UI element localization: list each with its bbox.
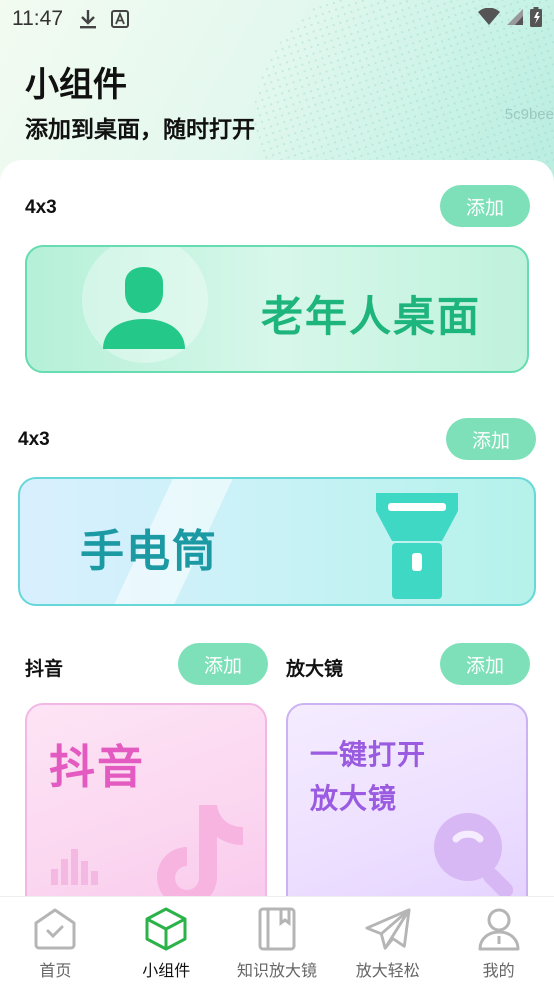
paper-plane-icon (364, 905, 412, 953)
download-icon (79, 9, 97, 29)
widget-name-label: 抖音 (25, 659, 64, 680)
add-flashlight-button[interactable]: 添加 (446, 418, 536, 460)
magnifier-card-line1: 一键打开 (310, 738, 427, 771)
nav-item-knowledge[interactable]: 知识放大镜 (222, 897, 333, 984)
font-app-icon (111, 10, 129, 28)
flashlight-icon (372, 489, 462, 604)
magnifier-widget-card[interactable]: 一键打开 放大镜 (286, 703, 528, 923)
page-title: 小组件 (25, 65, 127, 105)
widget-list: 4x3 添加 老年人桌面 4x3 添加 手电筒 抖音 添加 放大镜 添加 抖音 … (0, 160, 554, 923)
elder-desktop-widget-card[interactable]: 老年人桌面 (25, 245, 529, 373)
nav-item-home[interactable]: 首页 (0, 897, 111, 984)
book-icon (253, 905, 301, 953)
widget-name-label: 放大镜 (286, 659, 344, 680)
douyin-card-title: 抖音 (49, 740, 145, 794)
add-douyin-button[interactable]: 添加 (178, 643, 268, 685)
nav-item-zoom-easy[interactable]: 放大轻松 (332, 897, 443, 984)
flashlight-card-title: 手电筒 (80, 526, 218, 577)
home-icon (31, 905, 79, 953)
battery-icon (530, 6, 542, 32)
add-magnifier-button[interactable]: 添加 (440, 643, 530, 685)
magnifier-icon (426, 805, 526, 909)
nav-label-widgets: 小组件 (142, 961, 191, 980)
watermark-text: 5c9bee (504, 106, 554, 123)
magnifier-card-title: 一键打开 放大镜 (310, 733, 426, 821)
douyin-widget-card[interactable]: 抖音 (25, 703, 267, 923)
widget-size-label: 4x3 (25, 197, 57, 218)
signal-icon (506, 7, 524, 31)
widget-size-label: 4x3 (18, 429, 50, 450)
page-header: 小组件 添加到桌面，随时打开 (25, 64, 255, 144)
equalizer-icon (51, 845, 101, 889)
nav-label-knowledge: 知识放大镜 (236, 961, 317, 980)
widget-cube-icon (142, 905, 190, 953)
flashlight-widget-card[interactable]: 手电筒 (18, 477, 536, 606)
page-subtitle: 添加到桌面，随时打开 (25, 117, 255, 143)
magnifier-card-line2: 放大镜 (310, 782, 398, 815)
person-icon (99, 263, 189, 357)
nav-label-me: 我的 (482, 961, 515, 980)
elder-desktop-card-title: 老年人桌面 (261, 292, 482, 341)
add-elder-desktop-button[interactable]: 添加 (440, 185, 530, 227)
user-icon (475, 905, 523, 953)
nav-item-widgets[interactable]: 小组件 (111, 897, 222, 984)
bottom-nav: 首页 小组件 知识放大镜 放大轻松 我的 (0, 896, 554, 984)
status-time: 11:47 (12, 7, 63, 30)
wifi-icon (478, 7, 500, 31)
nav-item-me[interactable]: 我的 (443, 897, 554, 984)
nav-label-home: 首页 (39, 961, 72, 980)
nav-label-zoom-easy: 放大轻松 (355, 961, 420, 980)
status-bar: 11:47 (0, 0, 554, 38)
